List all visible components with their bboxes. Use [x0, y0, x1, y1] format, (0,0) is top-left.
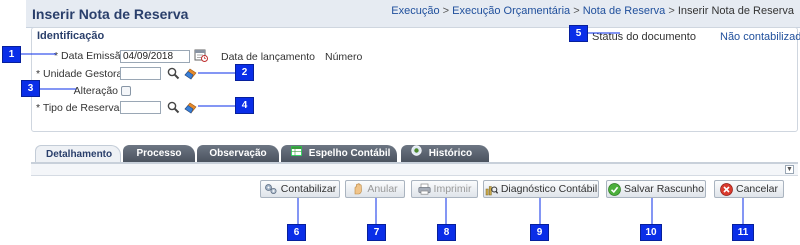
tab-processo[interactable]: Processo — [123, 145, 195, 162]
breadcrumb-separator: > — [573, 5, 580, 17]
unidade-gestora-label: * Unidade Gestora — [36, 68, 122, 80]
search-icon[interactable] — [167, 67, 180, 80]
tipo-reserva-field[interactable] — [120, 101, 161, 114]
tab-label: Espelho Contábil — [308, 148, 391, 160]
data-lancamento-label: Data de lançamento — [221, 51, 315, 63]
tipo-reserva-label-text: Tipo de Reserva — [42, 102, 120, 114]
callout-2: 2 — [235, 64, 254, 81]
breadcrumb-current: Inserir Nota de Reserva — [677, 5, 794, 17]
callout-10: 10 — [640, 224, 662, 241]
required-mark: * — [36, 68, 41, 80]
data-emissao-label: * Data Emissão — [54, 50, 126, 62]
imprimir-button[interactable]: Imprimir — [411, 180, 478, 198]
hand-icon — [355, 183, 363, 195]
gears-icon — [264, 184, 277, 194]
tab-content: ▼ — [31, 164, 798, 176]
required-mark: * — [36, 102, 41, 114]
eraser-icon[interactable] — [184, 101, 197, 114]
tab-espelho-contabil[interactable]: Espelho Contábil — [281, 145, 397, 162]
salvar-rascunho-label: Salvar Rascunho — [624, 183, 704, 195]
tab-label: Processo — [136, 148, 182, 159]
breadcrumb-separator: > — [442, 5, 450, 17]
history-icon — [411, 145, 422, 162]
callout-6: 6 — [287, 224, 306, 241]
tab-historico[interactable]: Histórico — [401, 145, 489, 162]
callout-9: 9 — [530, 224, 549, 241]
page-title: Inserir Nota de Reserva — [32, 6, 189, 22]
diagnostico-contabil-button[interactable]: Diagnóstico Contábil — [483, 180, 599, 198]
cancelar-button[interactable]: Cancelar — [714, 180, 784, 198]
unidade-gestora-field[interactable] — [120, 67, 161, 80]
alteracao-label: Alteração — [73, 85, 118, 97]
imprimir-label: Imprimir — [433, 183, 472, 195]
numero-label: Número — [325, 51, 363, 63]
contabilizar-label: Contabilizar — [280, 183, 337, 195]
cancelar-label: Cancelar — [735, 183, 779, 195]
page-header: Inserir Nota de Reserva Execução > Execu… — [26, 0, 800, 28]
anular-label: Anular — [367, 183, 398, 195]
data-emissao-label-text: Data Emissão — [61, 50, 127, 62]
breadcrumb: Execução > Execução Orçamentária > Nota … — [391, 5, 794, 17]
tab-detalhamento[interactable]: Detalhamento — [35, 145, 121, 163]
breadcrumb-nota-de-reserva[interactable]: Nota de Reserva — [583, 5, 666, 17]
tab-label: Observação — [209, 148, 267, 159]
printer-icon — [417, 183, 431, 195]
tab-label: Histórico — [428, 148, 473, 160]
table-icon — [291, 145, 302, 162]
required-mark: * — [54, 50, 59, 62]
breadcrumb-execucao-orcamentaria[interactable]: Execução Orçamentária — [452, 5, 570, 17]
breadcrumb-execucao[interactable]: Execução — [391, 5, 439, 17]
diagnostic-icon — [485, 185, 498, 195]
callout-4: 4 — [235, 97, 254, 114]
page: { "page": { "title": "Inserir Nota de Re… — [0, 0, 800, 245]
callout-11: 11 — [732, 224, 754, 241]
panel-title: Identificação — [37, 30, 105, 42]
scroll-down-button[interactable]: ▼ — [785, 165, 794, 174]
unidade-gestora-label-text: Unidade Gestora — [43, 68, 123, 80]
cancel-icon — [720, 182, 733, 196]
callout-3: 3 — [21, 80, 40, 97]
calendar-icon[interactable] — [194, 48, 208, 62]
contabilizar-button[interactable]: Contabilizar — [260, 180, 340, 198]
tab-observacao[interactable]: Observação — [197, 145, 279, 162]
status-documento-label: Status do documento — [592, 31, 696, 43]
status-documento-value: Não contabilizado — [720, 31, 800, 43]
tab-bar: Detalhamento Processo Observação Espelho… — [31, 145, 798, 163]
callout-1: 1 — [2, 46, 21, 63]
callout-5: 5 — [569, 25, 588, 42]
callout-8: 8 — [437, 224, 456, 241]
breadcrumb-separator: > — [668, 5, 675, 17]
identificacao-panel: Identificação Status do documento Não co… — [31, 27, 800, 132]
diagnostico-contabil-label: Diagnóstico Contábil — [500, 183, 598, 195]
search-icon[interactable] — [167, 101, 180, 114]
tipo-reserva-label: * Tipo de Reserva — [36, 102, 120, 114]
data-emissao-field[interactable] — [120, 50, 190, 63]
callout-7: 7 — [367, 224, 386, 241]
anular-button[interactable]: Anular — [345, 180, 405, 198]
salvar-rascunho-button[interactable]: Salvar Rascunho — [606, 180, 706, 198]
check-icon — [608, 182, 621, 196]
alteracao-checkbox[interactable] — [121, 86, 131, 96]
tab-label: Detalhamento — [46, 149, 113, 160]
eraser-icon[interactable] — [184, 67, 197, 80]
